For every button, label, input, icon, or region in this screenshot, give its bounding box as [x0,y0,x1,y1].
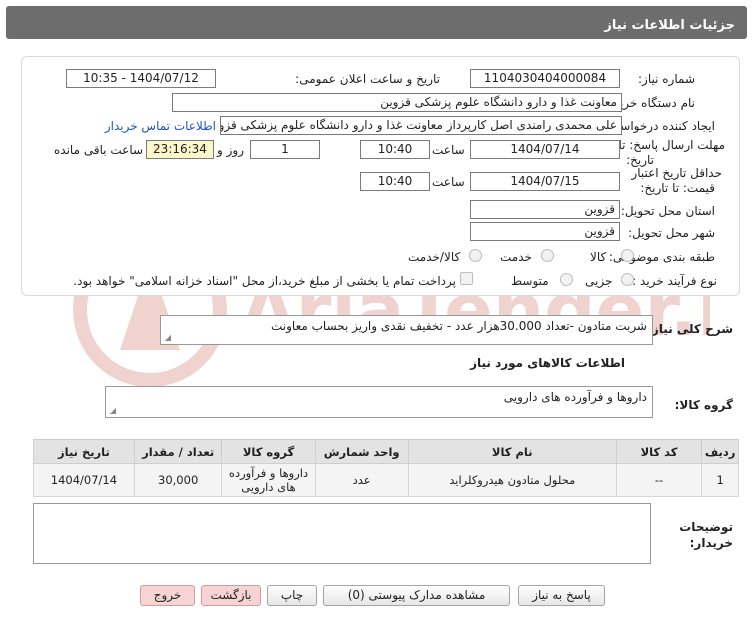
back-button[interactable]: بازگشت [201,585,261,606]
validity-label-line1: حداقل تاریخ اعتبار [631,166,722,180]
deadline-label-line1: مهلت ارسال پاسخ: تا [618,138,725,152]
category-radio-service[interactable] [541,249,554,262]
validity-date-field[interactable]: 1404/07/15 [470,172,620,191]
treasury-payment-checkbox[interactable] [460,272,473,285]
announce-datetime-field[interactable]: 1404/07/12 - 10:35 [66,69,216,88]
description-textarea[interactable]: شربت متادون -تعداد 30.000هزار عدد - تخفی… [160,315,653,345]
category-radio-goods[interactable] [621,249,634,262]
buyer-contact-link[interactable]: اطلاعات تماس خریدار [105,119,216,133]
col-header-row-number: ردیف [701,439,739,464]
city-label: شهر محل تحویل: [628,226,715,240]
category-radio-goods-service[interactable] [469,249,482,262]
print-button[interactable]: چاپ [267,585,317,606]
col-header-quantity: تعداد / مقدار [133,439,223,464]
remaining-time-field: 23:16:34 [146,140,214,159]
announce-label: تاریخ و ساعت اعلان عمومی: [295,72,440,86]
page-title: جزئیات اطلاعات نیاز [604,18,735,33]
process-radio-minor[interactable] [621,273,634,286]
process-option-minor: جزیی [585,274,613,288]
category-option-goods: کالا [590,250,607,264]
col-header-group: گروه کالا [221,439,316,464]
col-header-date: تاریخ نیاز [33,439,135,464]
deadline-date-field[interactable]: 1404/07/14 [470,140,620,159]
province-label: استان محل تحویل: [620,204,715,218]
table-row[interactable]: 1 -- محلول متادون هیدروکلراید عدد داروها… [33,463,739,497]
category-option-goods-service: کالا/خدمت [408,250,461,264]
cell-group: داروها و فرآورده های دارویی [221,463,316,497]
province-field[interactable]: قزوین [470,200,620,219]
cell-date: 1404/07/14 [33,463,135,497]
remaining-label: ساعت باقی مانده [54,143,144,157]
buyer-org-field[interactable]: معاونت غذا و دارو دانشگاه علوم پزشکی قزو… [172,93,622,112]
resize-grip-icon[interactable]: ◢ [163,334,171,342]
city-field[interactable]: قزوین [470,222,620,241]
deadline-time-field[interactable]: 10:40 [360,140,430,159]
deadline-label-line2: تاریخ: [626,153,654,167]
goods-group-label: گروه کالا: [674,398,733,412]
reply-button[interactable]: پاسخ به نیاز [518,585,605,606]
days-field[interactable]: 1 [250,140,320,159]
treasury-payment-note: پرداخت تمام یا بخشی از مبلغ خرید،از محل … [73,274,456,288]
buyer-notes-label-line2: خریدار: [689,536,733,550]
need-number-field[interactable]: 1104030404000084 [470,69,620,88]
buyer-notes-textarea[interactable] [33,503,651,564]
cell-unit: عدد [314,463,409,497]
goods-group-text: داروها و فرآورده های دارویی [503,390,647,404]
page-header: جزئیات اطلاعات نیاز [6,6,747,39]
goods-info-title: اطلاعات کالاهای مورد نیاز [470,356,625,370]
category-option-service: خدمت [500,250,532,264]
cell-quantity: 30,000 [133,463,223,497]
goods-group-textarea[interactable]: داروها و فرآورده های دارویی ◢ [105,386,653,418]
col-header-code: کد کالا [615,439,703,464]
col-header-unit: واحد شمارش [314,439,409,464]
requester-field[interactable]: علی محمدی رامندی اصل کارپرداز معاونت غذا… [220,116,622,135]
attachments-button[interactable]: مشاهده مدارک پیوستی (0) [323,585,510,606]
col-header-name: نام کالا [407,439,617,464]
description-text: شربت متادون -تعداد 30.000هزار عدد - تخفی… [271,319,647,333]
process-radio-medium[interactable] [560,273,573,286]
deadline-hour-label: ساعت [432,143,465,157]
days-label: روز و [217,143,244,157]
cell-name: محلول متادون هیدروکلراید [407,463,617,497]
exit-button[interactable]: خروج [140,585,195,606]
items-table: ردیف کد کالا نام کالا واحد شمارش گروه کا… [33,439,739,497]
validity-hour-label: ساعت [432,175,465,189]
cell-code: -- [615,463,703,497]
resize-grip-icon[interactable]: ◢ [108,407,116,415]
need-number-label: شماره نیاز: [638,72,695,86]
process-label: نوع فرآیند خرید : [632,274,717,288]
description-label: شرح کلی نیاز: [647,322,733,336]
table-header-row: ردیف کد کالا نام کالا واحد شمارش گروه کا… [33,439,739,464]
validity-time-field[interactable]: 10:40 [360,172,430,191]
process-option-medium: متوسط [511,274,549,288]
cell-row-number: 1 [701,463,739,497]
validity-label-line2: قیمت: تا تاریخ: [640,181,715,195]
buyer-notes-label-line1: توضیحات [679,520,733,534]
